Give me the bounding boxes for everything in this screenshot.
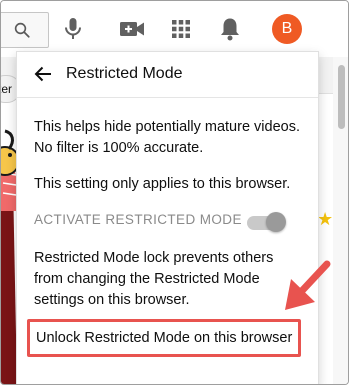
annotation-arrow: [285, 260, 331, 310]
screenshot-frame: B ter ★ Restricted Mode This helps hide …: [0, 0, 349, 385]
